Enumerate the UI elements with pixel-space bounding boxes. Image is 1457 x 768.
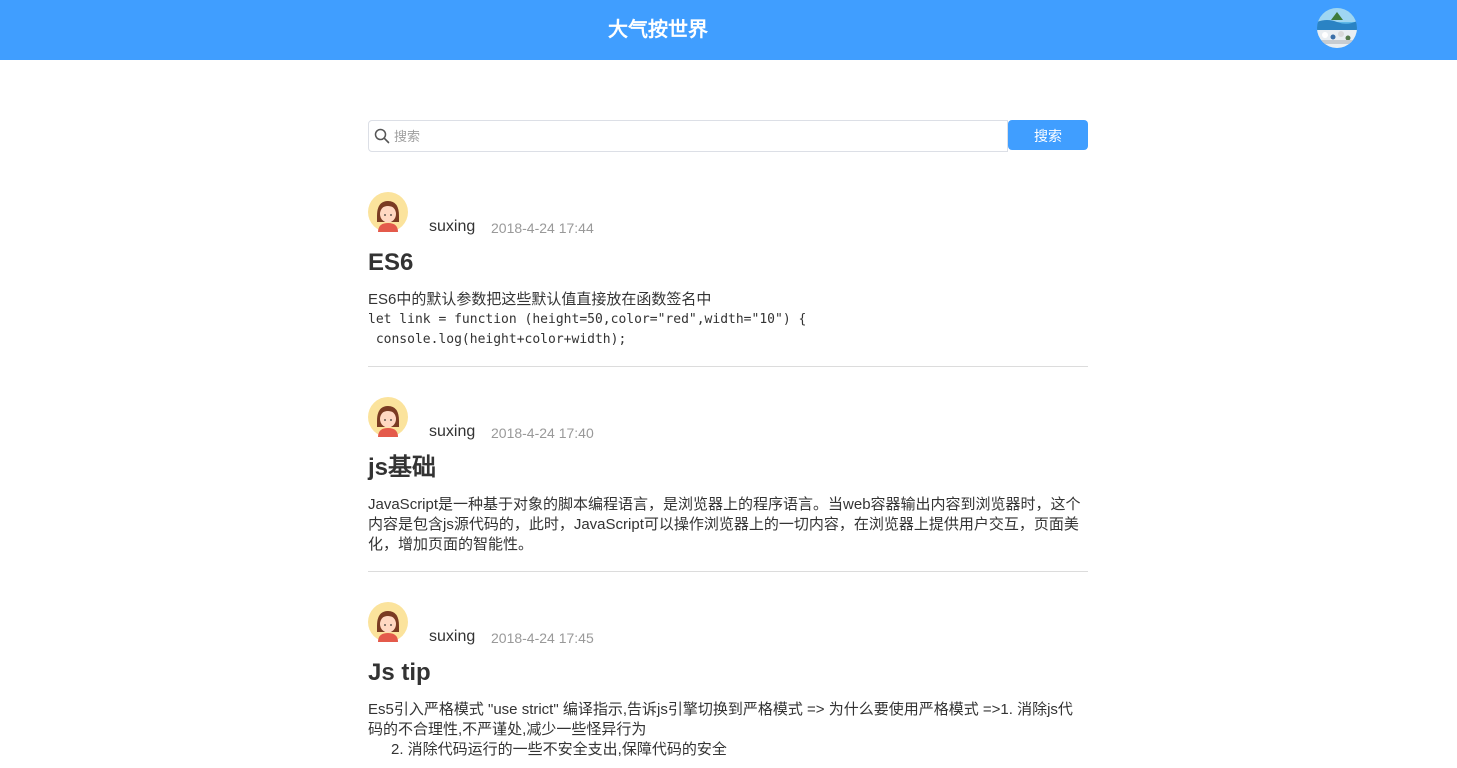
post-excerpt-text: Es5引入严格模式 "use strict" 编译指示,告诉js引擎切换到严格模…	[368, 701, 1073, 738]
list-item: 2. 消除代码运行的一些不安全支出,保障代码的安全	[391, 741, 727, 758]
user-avatar-icon[interactable]	[1317, 8, 1357, 48]
code-line: let link = function (height=50,color="re…	[368, 312, 807, 327]
post-excerpt: ES6中的默认参数把这些默认值直接放在函数签名中 let link = func…	[368, 290, 1083, 350]
post-title[interactable]: js基础	[368, 453, 436, 483]
post-excerpt: Es5引入严格模式 "use strict" 编译指示,告诉js引擎切换到严格模…	[368, 700, 1083, 760]
code-line: console.log(height+color+width);	[368, 332, 627, 347]
post-excerpt: JavaScript是一种基于对象的脚本编程语言，是浏览器上的程序语言。当web…	[368, 495, 1083, 555]
post-divider	[368, 366, 1088, 367]
post-excerpt-text: JavaScript是一种基于对象的脚本编程语言，是浏览器上的程序语言。当web…	[368, 496, 1081, 553]
post-title[interactable]: ES6	[368, 248, 413, 278]
post-divider	[368, 571, 1088, 572]
author-avatar-icon[interactable]	[368, 397, 408, 437]
search-box	[368, 120, 1008, 152]
top-header: 大气按世界	[0, 0, 1457, 60]
search-input[interactable]	[394, 121, 994, 151]
author-avatar-icon[interactable]	[368, 192, 408, 232]
post-time: 2018-4-24 17:45	[491, 630, 594, 646]
search-icon	[374, 128, 390, 144]
author-name[interactable]: suxing	[429, 218, 475, 236]
post-time: 2018-4-24 17:40	[491, 425, 594, 441]
post-title[interactable]: Js tip	[368, 658, 431, 688]
search-button[interactable]: 搜索	[1008, 120, 1088, 150]
site-title: 大气按世界	[608, 19, 708, 41]
post-excerpt-text: ES6中的默认参数把这些默认值直接放在函数签名中	[368, 291, 712, 308]
post-time: 2018-4-24 17:44	[491, 220, 594, 236]
author-name[interactable]: suxing	[429, 628, 475, 646]
author-avatar-icon[interactable]	[368, 602, 408, 642]
author-name[interactable]: suxing	[429, 423, 475, 441]
